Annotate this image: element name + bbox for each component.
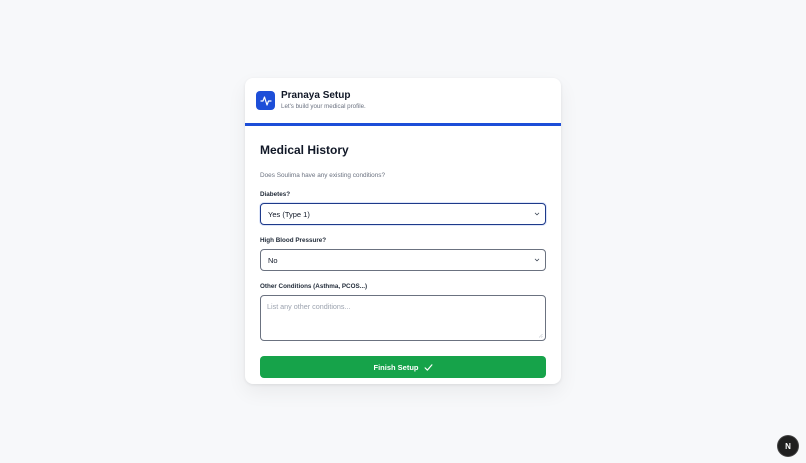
diabetes-label: Diabetes?	[260, 191, 291, 198]
checkmark-icon	[424, 363, 432, 371]
blood-pressure-label: High Blood Pressure?	[260, 237, 327, 244]
card-body: Medical History Does Soulima have any ex…	[245, 126, 561, 378]
app-title: Pranaya Setup	[281, 90, 351, 101]
chevron-down-icon	[534, 212, 540, 216]
dev-tools-badge[interactable]: N	[778, 436, 798, 456]
blood-pressure-select[interactable]: No	[260, 249, 546, 271]
chevron-down-icon	[534, 258, 540, 262]
diabetes-select[interactable]: Yes (Type 1)	[260, 203, 546, 225]
dev-tools-badge-label: N	[785, 441, 791, 451]
card-header: Pranaya Setup Let's build your medical p…	[245, 78, 561, 126]
activity-pulse-icon	[256, 91, 275, 110]
section-description: Does Soulima have any existing condition…	[260, 172, 386, 179]
setup-card: Pranaya Setup Let's build your medical p…	[245, 78, 561, 384]
app-subtitle: Let's build your medical profile.	[281, 103, 366, 110]
section-title: Medical History	[260, 143, 349, 157]
other-conditions-textarea[interactable]: List any other conditions...	[260, 295, 546, 341]
brand-text: Pranaya Setup Let's build your medical p…	[281, 90, 366, 111]
other-conditions-placeholder: List any other conditions...	[267, 302, 351, 311]
diabetes-select-value: Yes (Type 1)	[268, 209, 310, 219]
blood-pressure-select-value: No	[268, 255, 278, 265]
finish-setup-button[interactable]: Finish Setup	[260, 356, 546, 378]
other-conditions-label: Other Conditions (Asthma, PCOS...)	[260, 283, 368, 290]
finish-setup-label: Finish Setup	[373, 362, 419, 372]
resize-handle-icon[interactable]	[538, 333, 543, 338]
